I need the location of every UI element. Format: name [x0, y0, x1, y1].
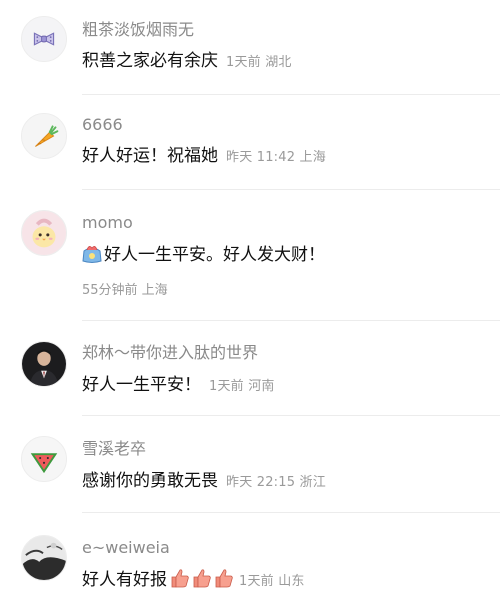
avatar[interactable]	[21, 436, 67, 482]
comment-meta: 昨天 11:42 上海	[226, 150, 326, 165]
comment-text-line: 感谢你的勇敢无畏 昨天 22:15 浙江	[82, 469, 326, 495]
comment-item[interactable]: e~weiweia 好人有好报 1天前 山东	[0, 513, 500, 611]
comment-text-line: 好人一生平安！ 1天前 河南	[82, 373, 275, 399]
comment-text-line: 好人有好报 1天前 山东	[82, 567, 305, 594]
avatar[interactable]	[21, 535, 67, 581]
username[interactable]: momo	[82, 213, 133, 233]
avatar[interactable]	[21, 113, 67, 159]
avatar[interactable]	[21, 16, 67, 62]
comment-text: 好人一生平安！	[82, 375, 201, 395]
comment-item[interactable]: 粗茶淡饭烟雨无 积善之家必有余庆 1天前 湖北	[0, 0, 500, 95]
avatar[interactable]	[21, 210, 67, 256]
username[interactable]: e~weiweia	[82, 538, 170, 558]
watermelon-icon	[22, 437, 66, 481]
comment-text: 好人有好报	[82, 570, 167, 590]
bow-tie-icon	[22, 17, 66, 61]
ink-landscape-icon	[22, 536, 66, 580]
comment-item[interactable]: 雪溪老卒 感谢你的勇敢无畏 昨天 22:15 浙江	[0, 416, 500, 513]
username[interactable]: 雪溪老卒	[82, 439, 146, 459]
comment-text-line: 积善之家必有余庆 1天前 湖北	[82, 49, 292, 75]
username[interactable]: 6666	[82, 115, 123, 135]
comment-meta: 55分钟前 上海	[82, 283, 168, 298]
comment-item[interactable]: 郑林～带你进入肽的世界 好人一生平安！ 1天前 河南	[0, 321, 500, 416]
comment-meta: 1天前 湖北	[226, 55, 292, 70]
avatar[interactable]	[21, 341, 67, 387]
comment-meta: 1天前 山东	[239, 574, 305, 589]
comment-text: 积善之家必有余庆	[82, 51, 218, 71]
man-in-suit-photo-icon	[22, 342, 66, 386]
comment-text-line: 好人好运！祝福她 昨天 11:42 上海	[82, 144, 326, 170]
comment-meta: 1天前 河南	[209, 379, 275, 394]
comment-meta: 昨天 22:15 浙江	[226, 475, 326, 490]
thumbs-up-emoji	[169, 567, 191, 589]
comment-text: 好人好运！祝福她	[82, 146, 218, 166]
cartoon-chick-icon	[22, 211, 66, 255]
username[interactable]: 郑林～带你进入肽的世界	[82, 343, 258, 363]
comment-item[interactable]: 6666 好人好运！祝福她 昨天 11:42 上海	[0, 95, 500, 190]
comment-text: 好人一生平安。好人发大财！	[104, 245, 325, 265]
comment-text-line: 好人一生平安。好人发大财！	[80, 242, 325, 267]
username[interactable]: 粗茶淡饭烟雨无	[82, 20, 194, 40]
carrot-icon	[22, 114, 66, 158]
lucky-bag-emoji	[80, 242, 104, 264]
thumbs-up-emoji	[191, 567, 213, 589]
comment-text: 感谢你的勇敢无畏	[82, 471, 218, 491]
comment-feed: 粗茶淡饭烟雨无 积善之家必有余庆 1天前 湖北 6666 好人好运！祝福她 昨天 1…	[0, 0, 500, 611]
thumbs-up-emoji	[213, 567, 235, 589]
comment-item[interactable]: momo 好人一生平安。好人发大财！ 55分钟前 上海	[0, 190, 500, 321]
